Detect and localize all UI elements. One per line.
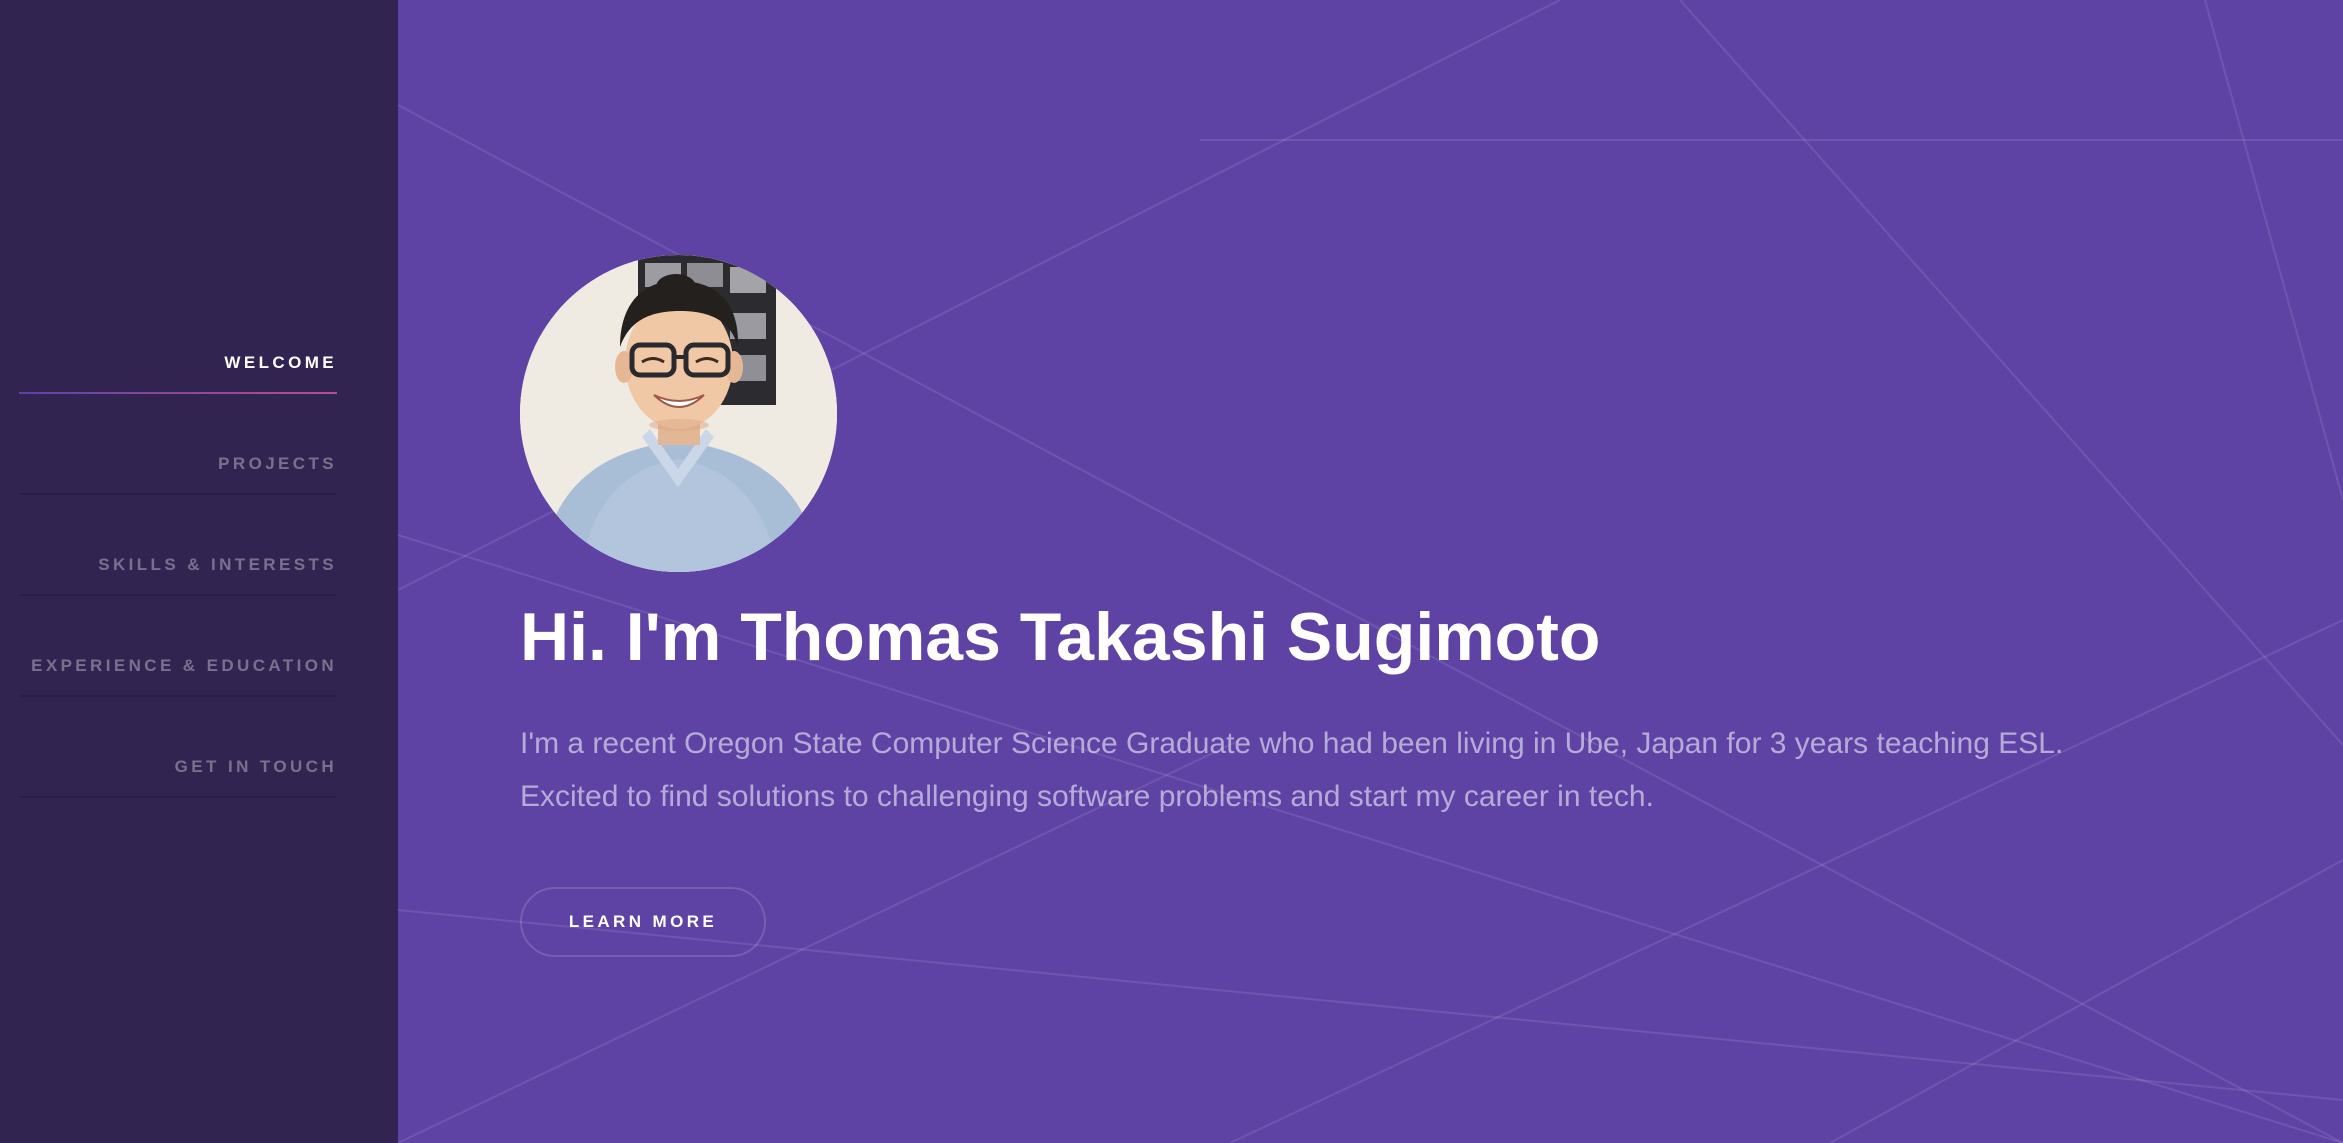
- sidebar: Welcome Projects Skills & Interests Expe…: [0, 0, 398, 1143]
- sidebar-item-label: Get in Touch: [174, 757, 337, 776]
- hero-intro: I'm a recent Oregon State Computer Scien…: [520, 717, 2220, 823]
- hero-intro-line-2: Excited to find solutions to challenging…: [520, 780, 1654, 813]
- sidebar-item-label: Experience & Education: [31, 656, 337, 675]
- sidebar-item-projects[interactable]: Projects: [19, 433, 337, 534]
- sidebar-item-underline: [19, 493, 337, 495]
- page: Welcome Projects Skills & Interests Expe…: [0, 0, 2343, 1143]
- sidebar-item-experience-education[interactable]: Experience & Education: [19, 635, 337, 736]
- sidebar-item-underline: [19, 392, 337, 394]
- sidebar-item-label: Skills & Interests: [98, 555, 337, 574]
- sidebar-item-welcome[interactable]: Welcome: [19, 332, 337, 433]
- hero-intro-line-1: I'm a recent Oregon State Computer Scien…: [520, 727, 2064, 760]
- sidebar-item-get-in-touch[interactable]: Get in Touch: [19, 736, 337, 837]
- avatar-photo: [520, 255, 837, 572]
- learn-more-button[interactable]: Learn More: [520, 887, 766, 957]
- sidebar-item-label: Welcome: [224, 353, 337, 372]
- sidebar-item-label: Projects: [218, 454, 337, 473]
- sidebar-item-underline: [19, 695, 337, 697]
- sidebar-item-underline: [19, 594, 337, 596]
- sidebar-item-skills-interests[interactable]: Skills & Interests: [19, 534, 337, 635]
- sidebar-nav: Welcome Projects Skills & Interests Expe…: [19, 332, 337, 837]
- avatar: [520, 255, 837, 572]
- hero-headline: Hi. I'm Thomas Takashi Sugimoto: [520, 599, 1601, 675]
- sidebar-item-underline: [19, 796, 337, 798]
